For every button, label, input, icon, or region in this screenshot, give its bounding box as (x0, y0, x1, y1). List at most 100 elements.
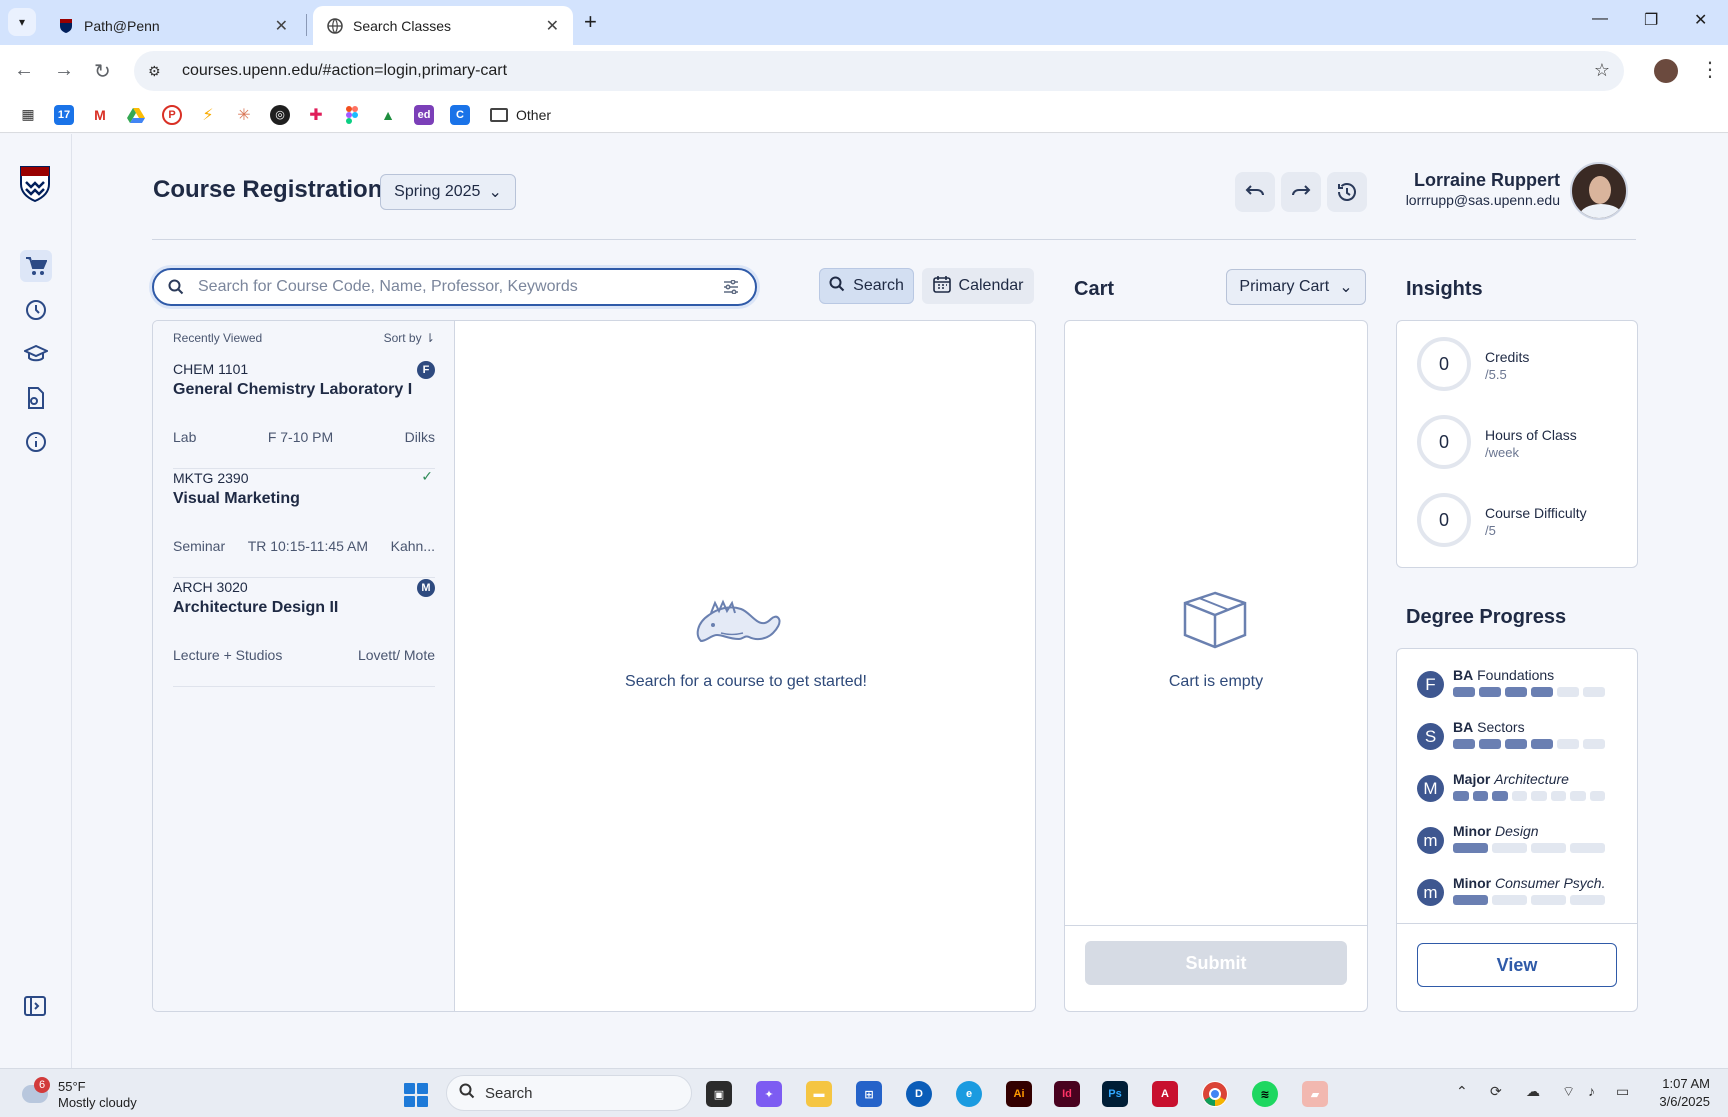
undo-button[interactable] (1235, 172, 1275, 212)
course-card-chem-1101[interactable]: CHEM 1101 General Chemistry Laboratory I… (173, 361, 435, 469)
course-meta: Lab F 7-10 PM Dilks (173, 429, 435, 445)
submit-button[interactable]: Submit (1085, 941, 1347, 985)
slack-bookmark-icon[interactable]: ✚ (306, 104, 326, 125)
ed-bookmark-icon[interactable]: ed (414, 104, 434, 125)
search-button[interactable]: Search (819, 268, 914, 304)
copilot-icon[interactable]: ✦ (756, 1081, 782, 1107)
degree-item-kind: BA (1453, 719, 1474, 735)
filter-sliders-icon[interactable] (723, 280, 741, 294)
spotify-icon[interactable]: ≋ (1252, 1081, 1278, 1107)
collapse-sidebar-icon[interactable] (24, 996, 46, 1021)
openai-bookmark-icon[interactable]: ◎ (270, 104, 290, 125)
volume-icon[interactable]: ♪ (1588, 1083, 1595, 1099)
cart-selector[interactable]: Primary Cart ⌄ (1226, 269, 1366, 305)
other-bookmarks[interactable]: Other (490, 107, 551, 123)
calendar-button[interactable]: Calendar (922, 268, 1034, 304)
tab-path-at-penn[interactable]: Path@Penn ✕ (44, 6, 302, 45)
apps-grid-icon[interactable]: ▦ (18, 104, 38, 125)
progress-segment-filled (1453, 791, 1469, 801)
sync-icon[interactable]: ⟳ (1490, 1083, 1502, 1100)
progress-segment-filled (1492, 791, 1508, 801)
dell-icon[interactable]: D (906, 1081, 932, 1107)
progress-segment-empty (1492, 895, 1527, 905)
degree-item[interactable]: m Minor Consumer Psych. (1417, 875, 1617, 911)
bolt-bookmark-icon[interactable]: ⚡ (198, 104, 218, 125)
indesign-icon[interactable]: Id (1054, 1081, 1080, 1107)
photoshop-icon[interactable]: Ps (1102, 1081, 1128, 1107)
illustrator-icon[interactable]: Ai (1006, 1081, 1032, 1107)
file-explorer-icon[interactable]: ▬ (806, 1081, 832, 1107)
forward-icon[interactable]: → (54, 59, 74, 82)
cart-nav-icon[interactable] (20, 250, 52, 282)
reload-icon[interactable]: ↻ (94, 59, 111, 84)
degree-item[interactable]: F BA Foundations (1417, 667, 1617, 703)
windows-taskbar: 6 55°F Mostly cloudy Search ▣ ✦ ▬ ⊞ D e … (0, 1068, 1728, 1117)
progress-segment-empty (1570, 791, 1586, 801)
penn-logo-icon[interactable] (20, 166, 50, 203)
autocad-icon[interactable]: A (1152, 1081, 1178, 1107)
figma-bookmark-icon[interactable] (342, 104, 362, 125)
cart-footer-divider (1065, 925, 1367, 926)
taskbar-search[interactable]: Search (446, 1075, 692, 1111)
task-view-icon[interactable]: ▣ (706, 1081, 732, 1107)
edge-icon[interactable]: e (956, 1081, 982, 1107)
more-menu-icon[interactable]: ⋮ (1700, 57, 1720, 82)
weather-widget[interactable]: 6 55°F Mostly cloudy (20, 1077, 160, 1113)
user-avatar[interactable] (1570, 162, 1628, 220)
term-selector[interactable]: Spring 2025 ⌄ (380, 174, 516, 210)
degree-item[interactable]: m Minor Design (1417, 823, 1617, 859)
profile-avatar[interactable] (1654, 59, 1678, 83)
view-button[interactable]: View (1417, 943, 1617, 987)
close-tab-icon[interactable]: ✕ (275, 16, 288, 36)
gmail-bookmark-icon[interactable]: M (90, 104, 110, 125)
redo-button[interactable] (1281, 172, 1321, 212)
close-window-icon[interactable]: ✕ (1694, 10, 1707, 30)
bookmark-star-icon[interactable]: ☆ (1594, 60, 1610, 81)
cart-selector-label: Primary Cart (1239, 278, 1330, 295)
document-nav-icon[interactable] (20, 382, 52, 414)
claude-bookmark-icon[interactable]: ✳ (234, 104, 254, 125)
new-tab-icon[interactable]: + (584, 9, 597, 35)
c-bookmark-icon[interactable]: C (450, 104, 470, 125)
sort-button[interactable]: Sort by ⇂ (384, 331, 435, 345)
insights-title: Insights (1406, 278, 1483, 300)
onedrive-icon[interactable]: ☁ (1526, 1083, 1540, 1100)
progress-segment-filled (1472, 791, 1488, 801)
browser-tab-strip: ▾ Path@Penn ✕ Search Classes ✕ + — ❐ ✕ (0, 0, 1728, 45)
close-tab-icon[interactable]: ✕ (546, 16, 559, 36)
course-instructor: Lovett/ Mote (357, 647, 435, 663)
canvas-bookmark-icon[interactable]: ▲ (378, 104, 398, 125)
restore-icon[interactable]: ❐ (1644, 10, 1658, 30)
show-hidden-icons-icon[interactable]: ⌃ (1456, 1083, 1468, 1100)
sticky-notes-icon[interactable]: ▰ (1302, 1081, 1328, 1107)
tab-search-classes[interactable]: Search Classes ✕ (313, 6, 573, 45)
course-search-field[interactable] (152, 268, 757, 306)
address-bar[interactable]: ⚙ courses.upenn.edu/#action=login,primar… (134, 51, 1624, 91)
degree-footer-divider (1397, 923, 1637, 924)
info-nav-icon[interactable] (20, 426, 52, 458)
drive-bookmark-icon[interactable] (126, 104, 146, 125)
back-icon[interactable]: ← (14, 59, 34, 82)
battery-icon[interactable]: ▭ (1616, 1083, 1629, 1100)
windows-start-icon[interactable] (404, 1083, 428, 1107)
degree-item[interactable]: S BA Sectors (1417, 719, 1617, 755)
minimize-icon[interactable]: — (1592, 10, 1608, 28)
taskbar-search-label: Search (485, 1084, 533, 1102)
history-button[interactable] (1327, 172, 1367, 212)
progress-segment-filled (1505, 687, 1527, 697)
search-input[interactable] (198, 278, 723, 296)
progress-segment-empty (1531, 895, 1566, 905)
wifi-icon[interactable]: ⌔ (1562, 1083, 1575, 1101)
graduation-cap-nav-icon[interactable] (20, 338, 52, 370)
tab-search-button[interactable]: ▾ (8, 8, 36, 36)
course-card-mktg-2390[interactable]: MKTG 2390 Visual Marketing Seminar TR 10… (173, 468, 435, 578)
degree-item[interactable]: M Major Architecture (1417, 771, 1617, 807)
course-card-arch-3020[interactable]: ARCH 3020 Architecture Design II Lecture… (173, 579, 435, 687)
store-icon[interactable]: ⊞ (856, 1081, 882, 1107)
system-clock[interactable]: 1:07 AM 3/6/2025 (1659, 1075, 1710, 1111)
clock-nav-icon[interactable] (20, 294, 52, 326)
p-bookmark-icon[interactable]: P (162, 104, 182, 125)
site-settings-icon[interactable]: ⚙ (148, 63, 168, 80)
calendar-bookmark-icon[interactable]: 17 (54, 104, 74, 125)
chrome-icon[interactable] (1202, 1081, 1228, 1107)
